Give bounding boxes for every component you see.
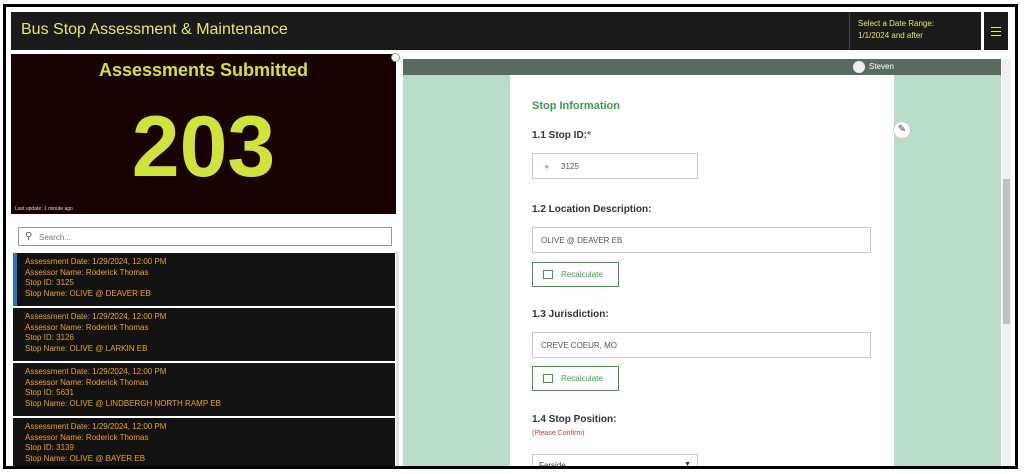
stop-position-select[interactable]: Farside ▼ xyxy=(532,454,698,468)
location-label: 1.2 Location Description: xyxy=(532,204,652,215)
app-title: Bus Stop Assessment & Maintenance xyxy=(21,21,288,38)
app-frame: Bus Stop Assessment & Maintenance Select… xyxy=(3,4,1018,469)
panel-info-icon[interactable] xyxy=(391,53,400,62)
date-range-label: Select a Date Range: xyxy=(858,19,935,28)
section-title: Stop Information xyxy=(532,100,620,112)
recalculate-jurisdiction-button[interactable]: Recalculate xyxy=(532,366,619,391)
survey-panel: Steven Stop Information 1.1 Stop ID:* ✦ … xyxy=(403,59,1001,468)
app-header: Bus Stop Assessment & Maintenance Select… xyxy=(11,12,981,50)
list-item[interactable]: Assessment Date: 1/29/2024, 12:00 PM Ass… xyxy=(13,418,395,466)
list-scrollbar[interactable] xyxy=(396,252,399,466)
menu-button[interactable] xyxy=(984,12,1008,50)
list-item[interactable]: Assessment Date: 1/29/2024, 12:00 PM Ass… xyxy=(13,253,395,306)
stop-position-label: 1.4 Stop Position: xyxy=(532,414,617,425)
indicator-title: Assessments Submitted xyxy=(98,60,309,80)
confirm-note: (Please Confirm) xyxy=(532,430,585,437)
panel-scrollbar[interactable] xyxy=(1002,59,1011,466)
hamburger-icon xyxy=(991,27,1001,28)
search-icon: ⚲ xyxy=(25,231,33,242)
search-input[interactable] xyxy=(39,231,379,243)
survey-topbar: Steven xyxy=(403,59,1001,75)
list-item[interactable]: Assessment Date: 1/29/2024, 12:00 PM Ass… xyxy=(13,363,395,416)
avatar[interactable] xyxy=(853,61,865,73)
survey-form: Stop Information 1.1 Stop ID:* ✦ 3125 1.… xyxy=(510,75,894,468)
stop-id-field[interactable]: ✦ 3125 xyxy=(532,153,698,179)
edit-icon[interactable]: ✎ xyxy=(893,121,911,139)
date-range-selector[interactable]: Select a Date Range: 1/1/2024 and after xyxy=(849,12,954,50)
chevron-down-icon: ▼ xyxy=(684,461,691,468)
jurisdiction-label: 1.3 Jurisdiction: xyxy=(532,309,609,320)
scrollbar-thumb[interactable] xyxy=(1003,179,1010,324)
required-marker: * xyxy=(587,130,591,141)
stop-id-label: 1.1 Stop ID:* xyxy=(532,130,591,141)
recalculate-location-button[interactable]: Recalculate xyxy=(532,262,619,287)
jurisdiction-field[interactable]: CREVE COEUR, MO xyxy=(532,332,871,358)
assessments-indicator: Assessments Submitted 203 Last update: 1… xyxy=(11,54,396,214)
date-range-value: 1/1/2024 and after xyxy=(858,31,923,40)
assessment-list: Assessment Date: 1/29/2024, 12:00 PM Ass… xyxy=(13,253,395,466)
pin-icon: ✦ xyxy=(543,162,551,172)
list-item[interactable]: Assessment Date: 1/29/2024, 12:00 PM Ass… xyxy=(13,308,395,361)
indicator-value: 203 xyxy=(131,99,276,195)
last-update-text: Last update: 1 minute ago xyxy=(15,206,73,212)
location-field[interactable]: OLIVE @ DEAVER EB xyxy=(532,227,871,253)
calculator-icon xyxy=(543,270,553,279)
calculator-icon xyxy=(543,374,553,383)
search-bar: ⚲ xyxy=(18,227,392,246)
user-name: Steven xyxy=(869,62,894,71)
